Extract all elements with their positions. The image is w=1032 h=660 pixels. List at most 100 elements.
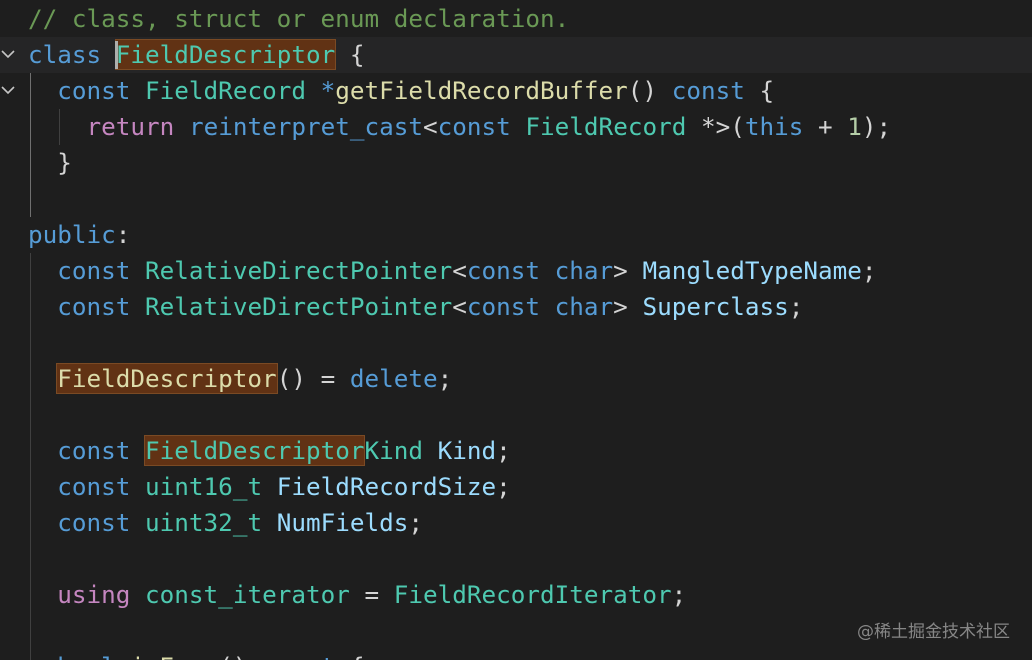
code-token: NumFields (276, 508, 409, 537)
code-token: RelativeDirectPointer (145, 256, 453, 285)
code-line[interactable]: FieldDescriptor() = delete; (0, 361, 1032, 397)
code-token: bool (57, 652, 116, 660)
code-line[interactable] (0, 541, 1032, 577)
code-token: FieldRecordIterator (393, 580, 672, 609)
text-cursor (114, 41, 118, 69)
code-token: return (86, 112, 175, 141)
code-text: bool isEnum() const { (28, 649, 365, 660)
code-line[interactable]: return reinterpret_cast<const FieldRecor… (0, 109, 1032, 145)
code-line[interactable]: const FieldRecord *getFieldRecordBuffer(… (0, 73, 1032, 109)
code-line[interactable]: const uint16_t FieldRecordSize; (0, 469, 1032, 505)
code-token: using (57, 580, 131, 609)
highlighted-token: FieldDescriptor (144, 435, 366, 466)
code-token: const (466, 292, 541, 321)
code-token: Kind (364, 436, 423, 465)
code-line[interactable] (0, 325, 1032, 361)
code-token: ; (671, 580, 687, 609)
code-editor[interactable]: // class, struct or enum declaration. cla… (0, 0, 1032, 660)
code-token: < (423, 112, 438, 141)
code-token: RelativeDirectPointer (145, 292, 453, 321)
code-line[interactable]: const uint32_t NumFields; (0, 505, 1032, 541)
code-text: // class, struct or enum declaration. (28, 1, 569, 37)
code-token: const (262, 652, 335, 660)
code-token: const (671, 76, 745, 105)
code-line[interactable]: const FieldDescriptorKind Kind; (0, 433, 1032, 469)
code-token: FieldRecord (525, 112, 687, 141)
code-token: this (744, 112, 804, 141)
code-line[interactable]: const RelativeDirectPointer<const char> … (0, 289, 1032, 325)
code-line[interactable]: public: (0, 217, 1032, 253)
code-token: { (335, 40, 365, 69)
code-text: FieldDescriptor() = delete; (28, 361, 452, 397)
code-token: ; (496, 436, 511, 465)
code-token: () = (276, 364, 350, 393)
code-line[interactable] (0, 181, 1032, 217)
chevron-down-icon[interactable] (0, 73, 20, 109)
code-token: * (305, 76, 336, 105)
code-token: const (57, 292, 131, 321)
code-line[interactable] (0, 397, 1032, 433)
highlighted-token: FieldDescriptor (56, 363, 278, 394)
code-token: { (335, 652, 365, 660)
code-token: const (57, 472, 131, 501)
code-token: ; (861, 256, 877, 285)
code-text: const uint16_t FieldRecordSize; (28, 469, 511, 505)
code-token: const (57, 76, 131, 105)
code-token: () (627, 76, 672, 105)
code-text: using const_iterator = FieldRecordIterat… (28, 577, 686, 613)
code-line[interactable]: bool isEnum() const { (0, 649, 1032, 660)
chevron-down-icon[interactable] (0, 37, 20, 73)
code-token: const (437, 112, 511, 141)
code-token: const (466, 256, 541, 285)
watermark: @稀土掘金技术社区 (857, 622, 1010, 642)
code-token: isEnum (130, 652, 218, 660)
code-token: const (57, 256, 131, 285)
code-line[interactable]: } (0, 145, 1032, 181)
code-text: const FieldRecord *getFieldRecordBuffer(… (28, 73, 774, 109)
code-token: getFieldRecordBuffer (335, 76, 628, 105)
code-text: return reinterpret_cast<const FieldRecor… (28, 109, 892, 145)
code-line[interactable]: using const_iterator = FieldRecordIterat… (0, 577, 1032, 613)
code-token: ; (496, 472, 511, 501)
code-token: delete (349, 364, 438, 393)
code-token: FieldRecordSize (276, 472, 497, 501)
code-token: > (613, 292, 643, 321)
code-line[interactable]: // class, struct or enum declaration. (0, 1, 1032, 37)
code-token: + (803, 112, 848, 141)
code-token: < (452, 292, 467, 321)
code-token: Superclass (642, 292, 789, 321)
code-token: uint16_t (145, 472, 263, 501)
code-token: ; (788, 292, 804, 321)
code-token: * (686, 112, 716, 141)
code-token: const (57, 508, 131, 537)
code-token: ); (861, 112, 892, 141)
highlighted-token: FieldDescriptor (114, 39, 337, 70)
code-token: >( (715, 112, 745, 141)
code-line[interactable]: const RelativeDirectPointer<const char> … (0, 253, 1032, 289)
code-token: char (554, 256, 614, 285)
code-line[interactable]: class FieldDescriptor { (0, 37, 1032, 73)
code-token: { (744, 76, 775, 105)
code-token: // class, struct or enum declaration. (28, 4, 570, 33)
code-text: const RelativeDirectPointer<const char> … (28, 253, 877, 289)
code-token: ; (437, 364, 453, 393)
code-text: } (28, 145, 72, 181)
